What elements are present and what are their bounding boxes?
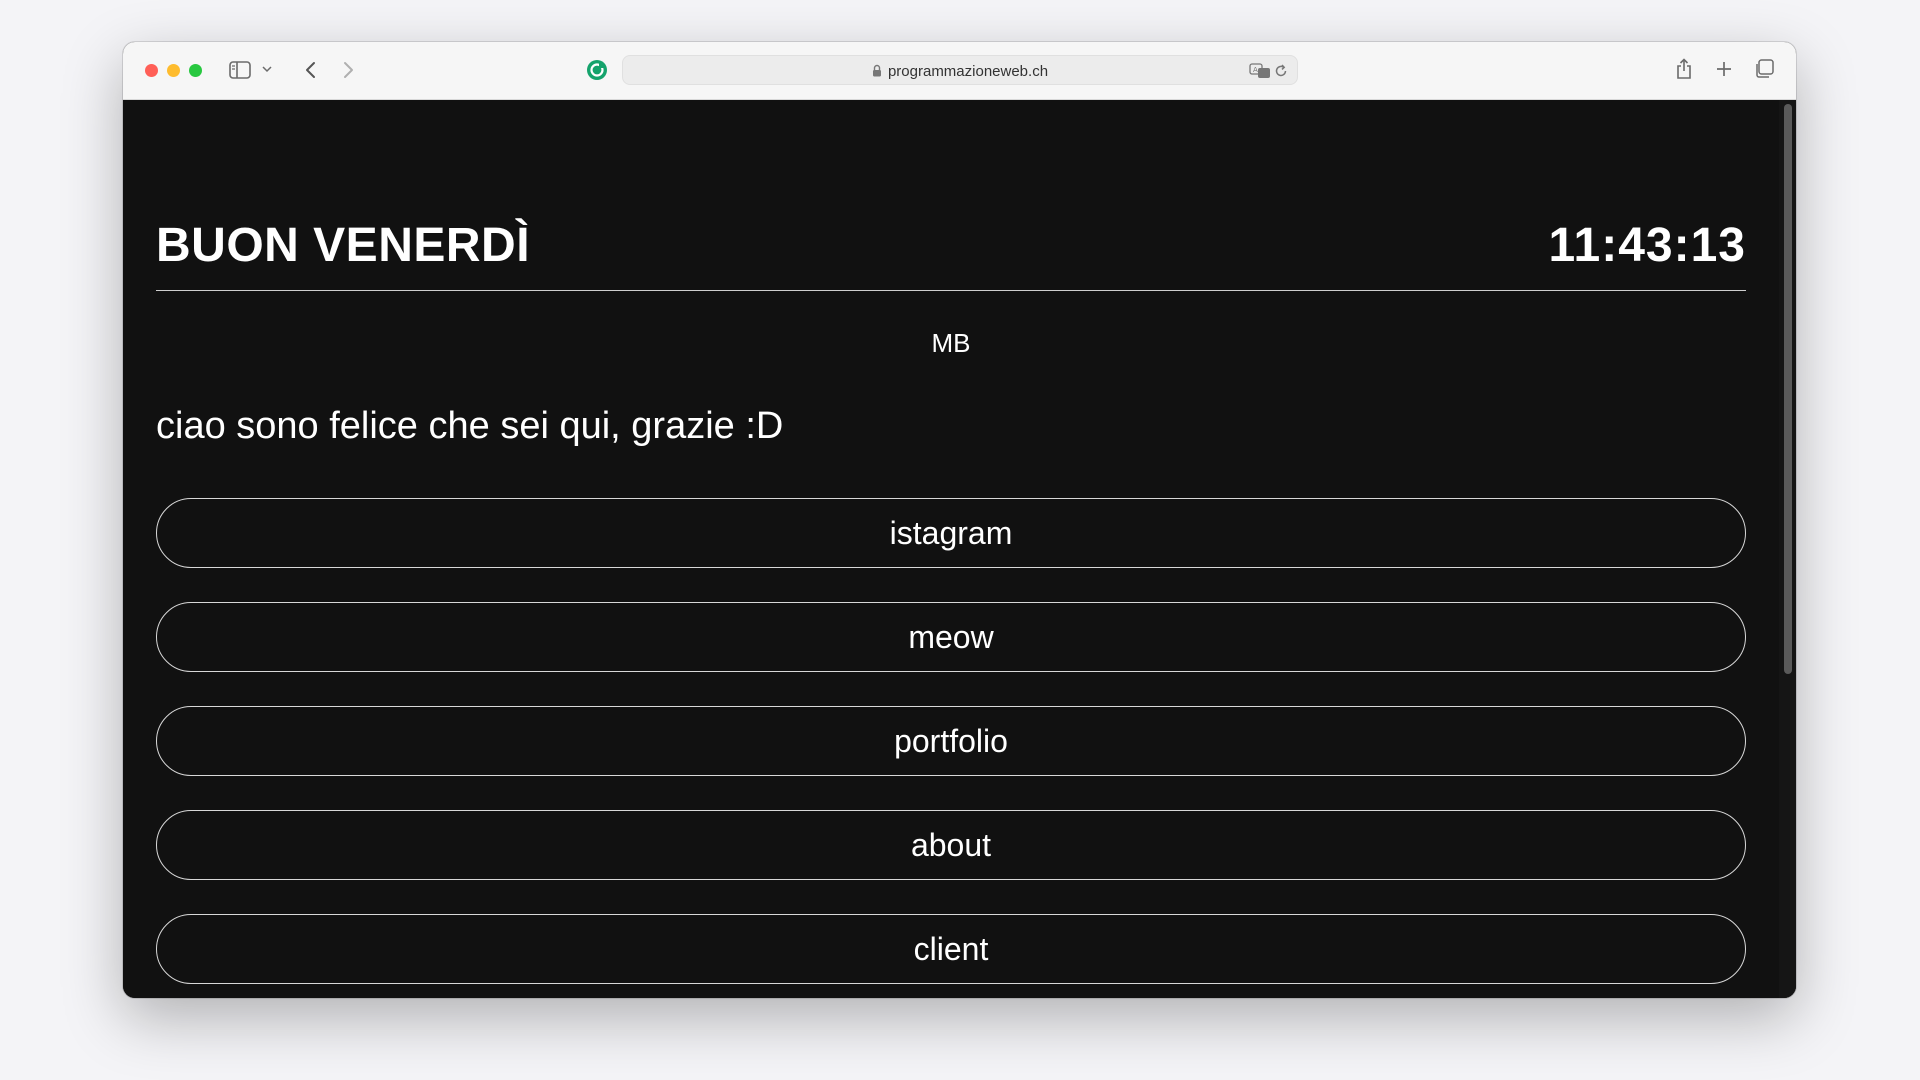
lock-icon (872, 64, 882, 81)
chevron-down-icon[interactable] (261, 62, 273, 76)
zoom-window-button[interactable] (189, 64, 202, 77)
welcome-message: ciao sono felice che sei qui, grazie :D (156, 405, 784, 447)
minimize-window-button[interactable] (167, 64, 180, 77)
url-display: programmazioneweb.ch (623, 63, 1297, 81)
close-window-button[interactable] (145, 64, 158, 77)
share-icon[interactable] (1673, 56, 1695, 82)
new-tab-icon[interactable] (1713, 58, 1735, 80)
tab-overview-icon[interactable] (1753, 58, 1775, 80)
translate-icon[interactable]: A (1249, 62, 1271, 80)
svg-text:A: A (1253, 66, 1258, 74)
scrollbar-track[interactable] (1779, 100, 1796, 998)
page-content: BUON VENERDÌ 11:43:13 MB ciao sono felic… (123, 100, 1796, 998)
initials-label: MB (931, 328, 971, 358)
link-button-meow[interactable]: meow (156, 602, 1746, 672)
link-button-portfolio[interactable]: portfolio (156, 706, 1746, 776)
greeting-title: BUON VENERDÌ (156, 219, 531, 272)
extension-icon[interactable] (585, 58, 609, 82)
address-bar[interactable]: programmazioneweb.ch A (622, 55, 1298, 85)
reload-icon[interactable] (1273, 62, 1289, 80)
sidebar-toggle-icon[interactable] (228, 59, 252, 81)
back-arrow-icon[interactable] (300, 59, 320, 81)
browser-toolbar: programmazioneweb.ch A (123, 42, 1796, 100)
link-button-about[interactable]: about (156, 810, 1746, 880)
forward-arrow-icon[interactable] (339, 59, 359, 81)
url-text: programmazioneweb.ch (887, 63, 1049, 80)
browser-window: programmazioneweb.ch A BUON VENERDÌ 11:4… (123, 42, 1796, 998)
header-divider (156, 290, 1746, 291)
scrollbar-thumb[interactable] (1784, 104, 1792, 674)
clock-display: 11:43:13 (1548, 219, 1746, 272)
link-button-client[interactable]: client (156, 914, 1746, 984)
link-button-istagram[interactable]: istagram (156, 498, 1746, 568)
